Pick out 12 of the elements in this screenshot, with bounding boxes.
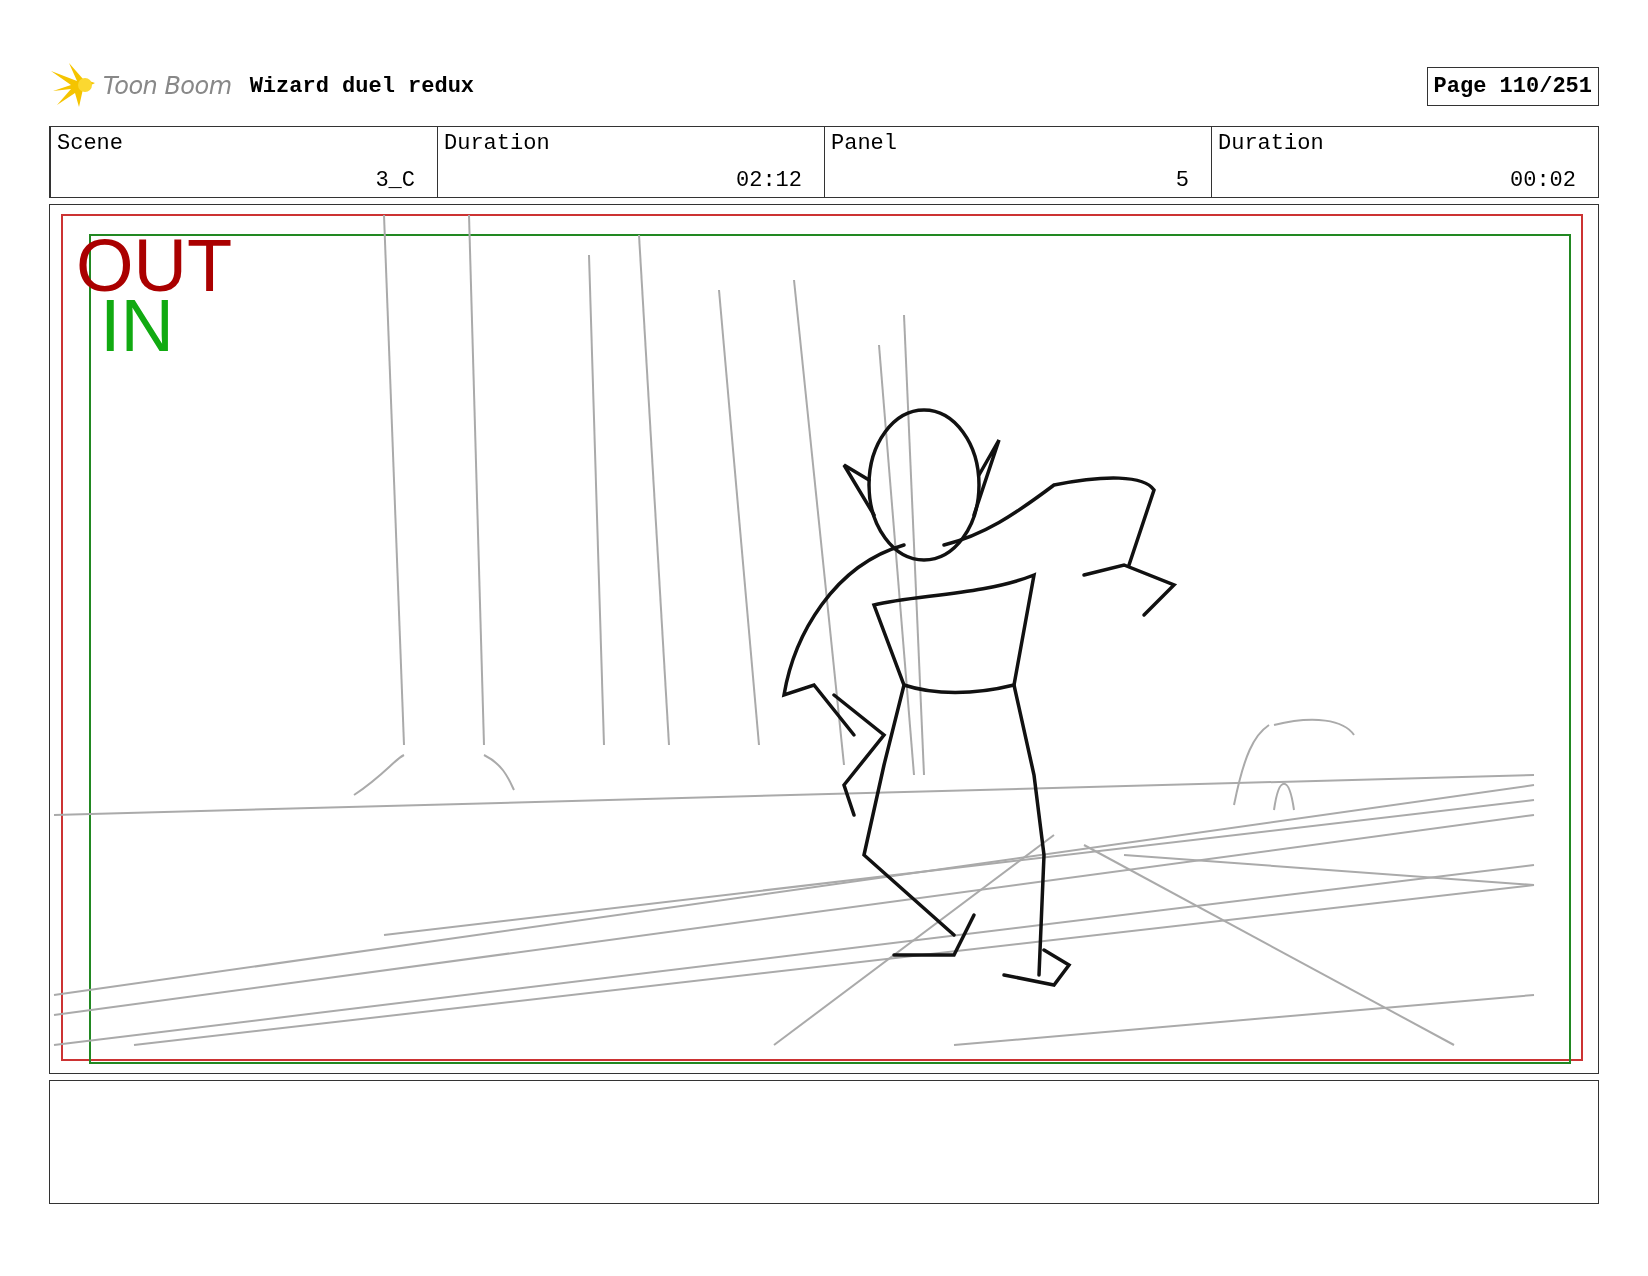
- page-number: Page 110/251: [1426, 66, 1599, 106]
- info-label: Scene: [57, 131, 124, 156]
- storyboard-title: Wizard duel redux: [249, 73, 475, 99]
- info-label: Duration: [444, 131, 551, 156]
- info-value: 3_C: [375, 168, 415, 193]
- logo-text: Toon Boom: [103, 72, 232, 100]
- info-value: 02:12: [736, 168, 802, 193]
- info-value: 00:02: [1510, 168, 1576, 193]
- info-label: Duration: [1218, 131, 1325, 156]
- frame-label: IN: [100, 297, 174, 355]
- info-value: 5: [1175, 168, 1189, 193]
- info-label: Panel: [831, 131, 898, 156]
